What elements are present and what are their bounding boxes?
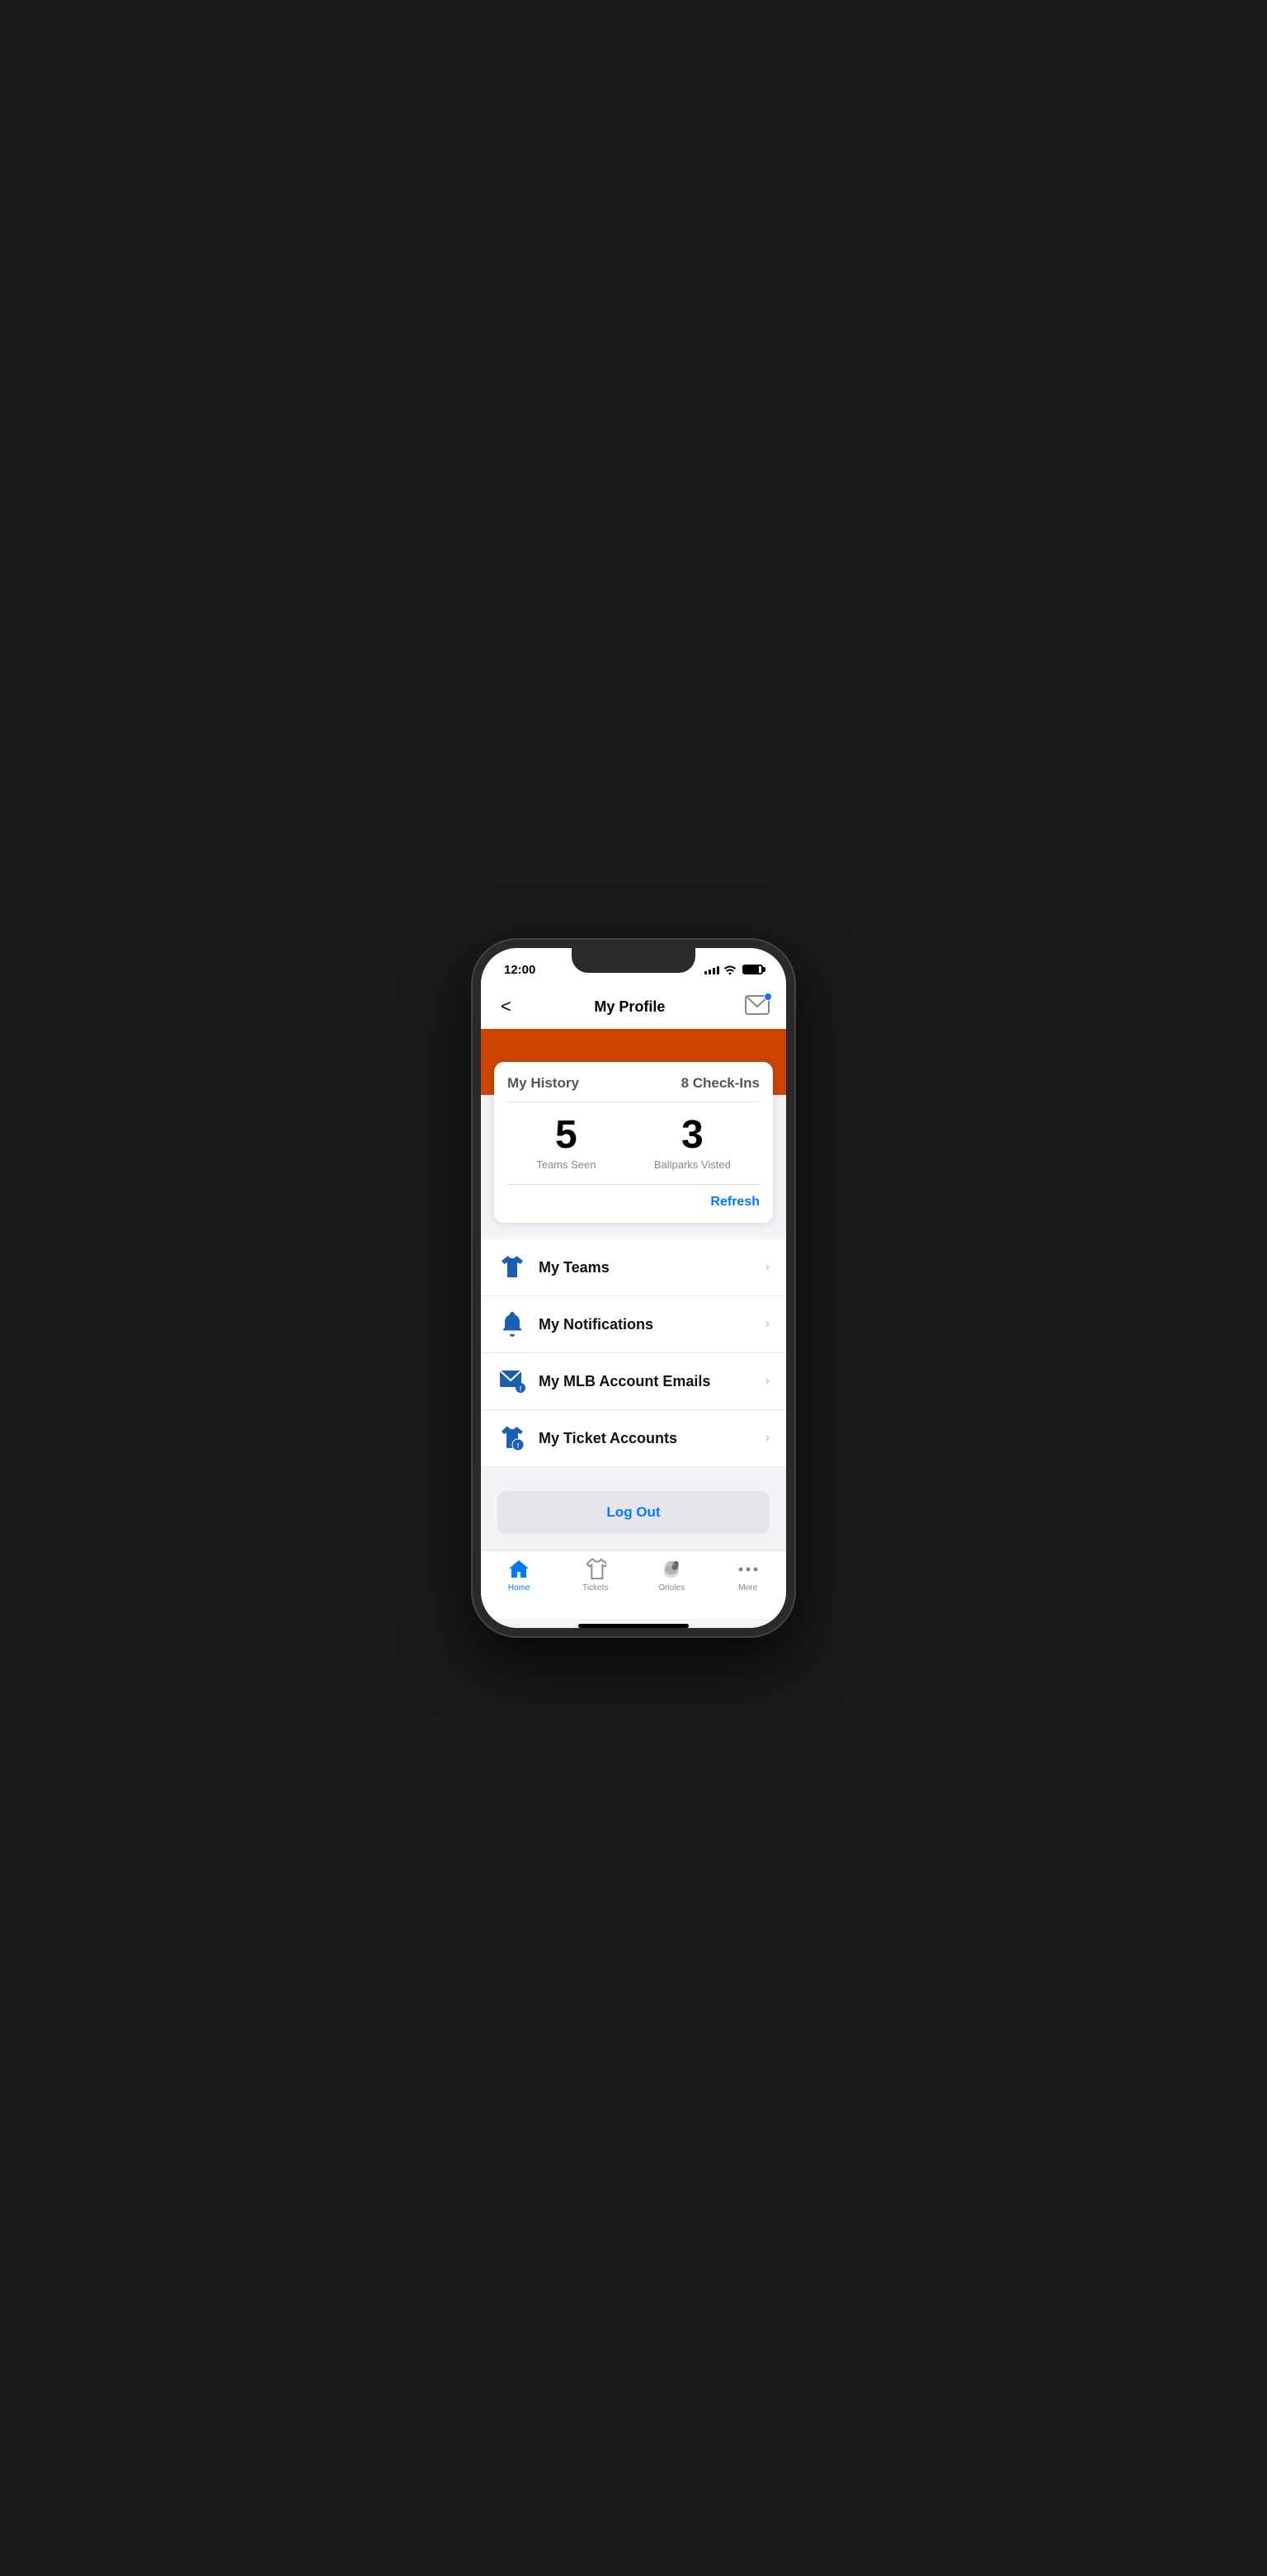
battery-icon	[742, 965, 763, 974]
tab-more-label: More	[738, 1583, 757, 1592]
teams-seen-stat: 5 Teams Seen	[536, 1116, 596, 1171]
stats-divider	[507, 1184, 760, 1185]
tickets-icon	[584, 1558, 607, 1581]
status-time: 12:00	[504, 963, 535, 977]
menu-item-my-notifications[interactable]: My Notifications ›	[481, 1296, 786, 1353]
menu-item-my-ticket-accounts[interactable]: ! My Ticket Accounts ›	[481, 1410, 786, 1466]
notch	[572, 948, 695, 973]
wifi-icon	[723, 965, 737, 974]
history-title: My History	[507, 1075, 579, 1092]
tab-orioles-label: Orioles	[658, 1583, 685, 1592]
chevron-right-icon-3: ›	[765, 1374, 770, 1389]
orioles-icon	[660, 1558, 683, 1581]
stats-row: 5 Teams Seen 3 Ballparks Visted	[507, 1116, 760, 1171]
tab-more[interactable]: More	[710, 1558, 787, 1592]
svg-text:!: !	[517, 1442, 520, 1450]
teams-seen-label: Teams Seen	[536, 1158, 596, 1171]
signal-bar-4	[717, 966, 719, 974]
back-button[interactable]: <	[497, 993, 515, 1021]
notification-dot	[764, 993, 772, 1001]
jersey-icon	[497, 1253, 527, 1282]
scroll-content[interactable]: My History 8 Check-Ins 5 Teams Seen 3 Ba…	[481, 1029, 786, 1550]
menu-label-my-notifications: My Notifications	[539, 1316, 765, 1333]
phone-frame: 12:00 < My Profile	[473, 940, 794, 1636]
menu-item-my-mlb-emails[interactable]: ! My MLB Account Emails ›	[481, 1353, 786, 1410]
home-indicator	[578, 1624, 689, 1628]
tab-tickets[interactable]: Tickets	[558, 1558, 634, 1592]
svg-text:!: !	[520, 1385, 522, 1393]
ballparks-visited-label: Ballparks Visted	[654, 1158, 731, 1171]
signal-bar-3	[713, 968, 715, 974]
tab-orioles[interactable]: Orioles	[634, 1558, 710, 1592]
teams-seen-number: 5	[555, 1116, 577, 1155]
tab-bar: Home Tickets	[481, 1550, 786, 1619]
chevron-right-icon: ›	[765, 1260, 770, 1275]
chevron-right-icon-4: ›	[765, 1431, 770, 1446]
nav-header: < My Profile	[481, 984, 786, 1029]
refresh-button[interactable]: Refresh	[710, 1195, 760, 1210]
home-icon	[507, 1558, 530, 1581]
battery-fill	[744, 966, 759, 973]
checkins-label: 8 Check-Ins	[681, 1075, 760, 1092]
ballparks-visited-number: 3	[681, 1116, 704, 1155]
logout-button[interactable]: Log Out	[497, 1491, 770, 1534]
more-icon	[737, 1558, 760, 1581]
signal-bar-1	[704, 971, 707, 974]
bell-icon	[497, 1309, 527, 1339]
mail-button[interactable]	[745, 995, 770, 1019]
menu-section: My Teams › My Notifications ›	[481, 1239, 786, 1466]
mlb-email-icon: !	[497, 1366, 527, 1396]
logout-container: Log Out	[481, 1466, 786, 1550]
tab-tickets-label: Tickets	[582, 1583, 608, 1592]
menu-item-my-teams[interactable]: My Teams ›	[481, 1239, 786, 1296]
menu-label-my-teams: My Teams	[539, 1259, 765, 1276]
tab-home[interactable]: Home	[481, 1558, 558, 1592]
menu-label-my-mlb-emails: My MLB Account Emails	[539, 1373, 765, 1390]
refresh-row: Refresh	[507, 1195, 760, 1210]
history-card: My History 8 Check-Ins 5 Teams Seen 3 Ba…	[494, 1062, 773, 1223]
chevron-right-icon-2: ›	[765, 1317, 770, 1332]
ballparks-visited-stat: 3 Ballparks Visted	[654, 1116, 731, 1171]
history-header: My History 8 Check-Ins	[507, 1075, 760, 1092]
status-icons	[704, 965, 763, 974]
ticket-accounts-icon: !	[497, 1423, 527, 1453]
signal-bar-2	[709, 970, 711, 974]
signal-bars-icon	[704, 965, 719, 974]
tab-home-label: Home	[508, 1583, 530, 1592]
page-title: My Profile	[594, 998, 665, 1016]
phone-screen: 12:00 < My Profile	[481, 948, 786, 1628]
menu-label-my-ticket-accounts: My Ticket Accounts	[539, 1430, 765, 1447]
